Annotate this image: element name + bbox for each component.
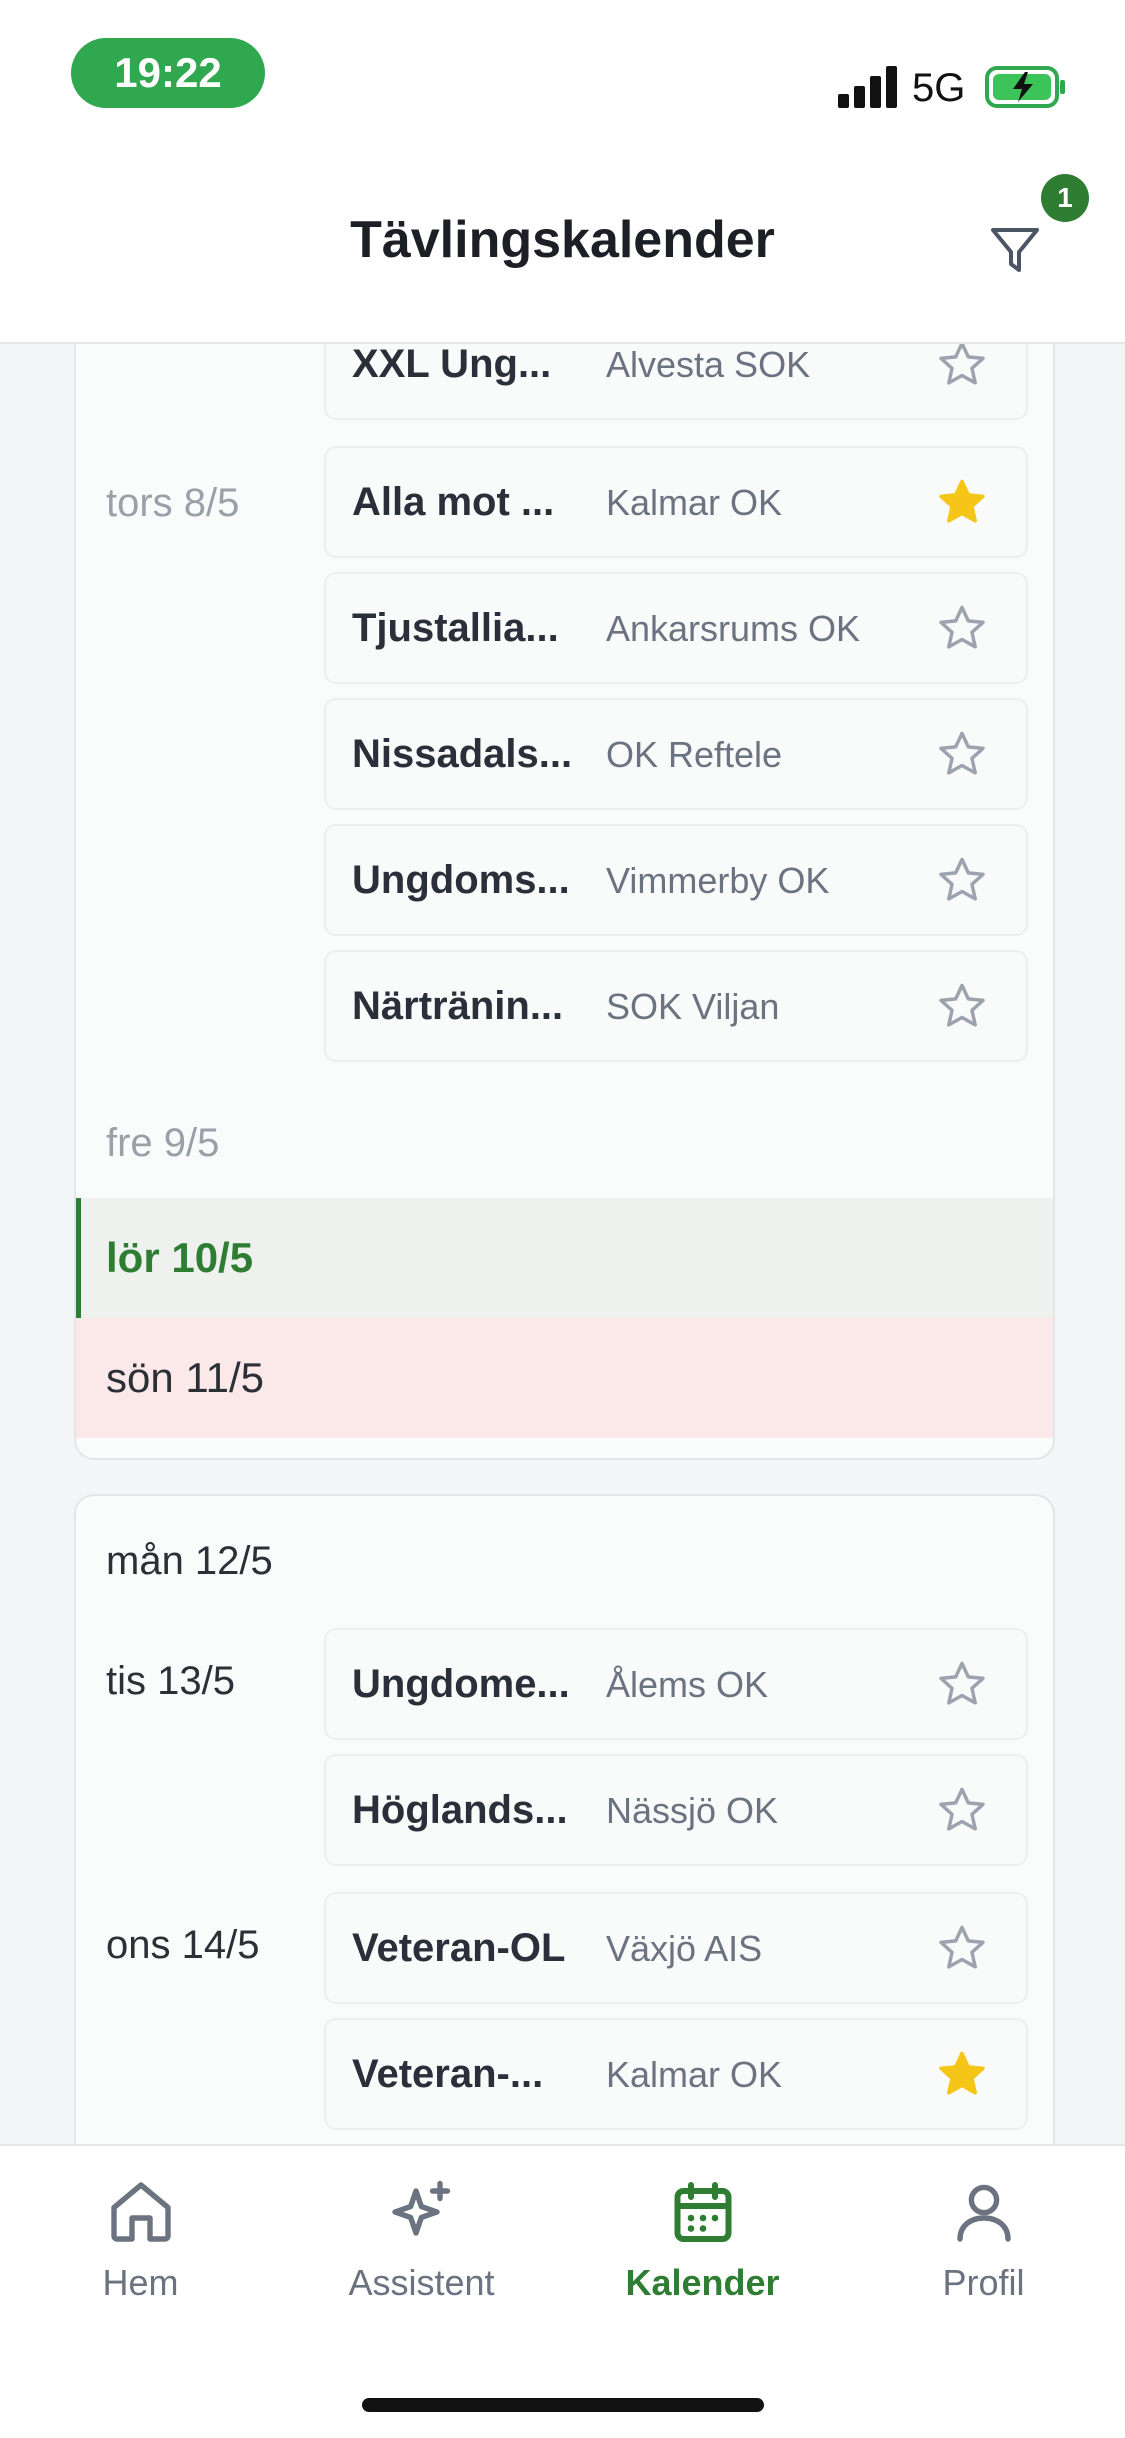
event-row[interactable]: Närtränin... SOK Viljan (324, 950, 1028, 1062)
day-label: tors 8/5 (106, 481, 240, 525)
event-name: XXL Ung... (352, 344, 552, 386)
event-club: OK Reftele (606, 734, 783, 775)
battery-charging-icon (985, 66, 1065, 108)
event-club: Nässjö OK (606, 1790, 779, 1831)
event-row[interactable]: Ungdoms... Vimmerby OK (324, 824, 1028, 936)
event-row[interactable]: Ungdome... Ålems OK (324, 1628, 1028, 1740)
status-bar: 19:22 5G (0, 0, 1125, 150)
tab-label: Kalender (625, 2262, 780, 2303)
network-label: 5G (912, 66, 966, 110)
tab-label: Profil (942, 2262, 1025, 2303)
home-indicator (362, 2398, 764, 2412)
sparkles-icon (391, 2180, 450, 2236)
event-name: Veteran-OL (352, 1926, 566, 1970)
event-club: Kalmar OK (606, 482, 783, 523)
filter-count-badge: 1 (1041, 174, 1089, 222)
star-outline-icon[interactable] (936, 980, 988, 1032)
tab-label: Assistent (348, 2262, 495, 2303)
page-title: Tävlingskalender (350, 211, 775, 269)
calendar-icon (674, 2182, 731, 2242)
user-icon (956, 2184, 1011, 2242)
star-outline-icon[interactable] (936, 1922, 988, 1974)
event-club: Alvesta SOK (606, 344, 811, 385)
event-name: Alla mot ... (352, 480, 555, 524)
event-club: Ålems OK (606, 1664, 769, 1705)
event-name: Nissadals... (352, 732, 573, 776)
event-name: Ungdoms... (352, 858, 570, 902)
star-outline-icon[interactable] (936, 1784, 988, 1836)
event-row[interactable]: Höglands... Nässjö OK (324, 1754, 1028, 1866)
signal-icon (838, 66, 897, 108)
day-label: ons 14/5 (106, 1923, 260, 1967)
day-label: mån 12/5 (106, 1539, 273, 1583)
star-outline-icon[interactable] (936, 344, 988, 390)
event-club: Växjö AIS (606, 1928, 763, 1969)
event-name: Höglands... (352, 1788, 568, 1832)
week-card: mån 12/5 tis 13/5 Ungdome... Ålems OK Hö… (74, 1494, 1055, 2144)
star-filled-icon[interactable] (936, 2048, 988, 2100)
star-filled-icon[interactable] (936, 476, 988, 528)
star-outline-icon[interactable] (936, 602, 988, 654)
tab-assistent[interactable]: Assistent (281, 2176, 562, 2304)
day-label: tis 13/5 (106, 1659, 235, 1703)
calendar-list[interactable]: XXL Ung... Alvesta SOK tors 8/5 Alla mot… (0, 344, 1125, 2144)
event-row[interactable]: Veteran-... Kalmar OK (324, 2018, 1028, 2130)
saturday-row[interactable]: lör 10/5 (76, 1198, 1053, 1318)
event-club: Vimmerby OK (606, 860, 830, 901)
week-card: XXL Ung... Alvesta SOK tors 8/5 Alla mot… (74, 344, 1055, 1460)
event-club: SOK Viljan (606, 986, 780, 1027)
event-name: Ungdome... (352, 1662, 570, 1706)
filter-icon[interactable] (985, 220, 1045, 280)
header: Tävlingskalender (0, 150, 1125, 344)
star-outline-icon[interactable] (936, 728, 988, 780)
tab-bar: Hem Assistent Kalender Profil (0, 2144, 1125, 2438)
event-row[interactable]: Veteran-OL Växjö AIS (324, 1892, 1028, 2004)
event-row[interactable]: Tjustallia... Ankarsrums OK (324, 572, 1028, 684)
event-row[interactable]: Nissadals... OK Reftele (324, 698, 1028, 810)
event-club: Ankarsrums OK (606, 608, 861, 649)
event-club: Kalmar OK (606, 2054, 783, 2095)
day-label: fre 9/5 (106, 1121, 220, 1165)
sunday-row[interactable]: sön 11/5 (76, 1318, 1053, 1438)
event-name: Närtränin... (352, 984, 564, 1028)
tab-kalender[interactable]: Kalender (562, 2176, 843, 2304)
day-label: sön 11/5 (106, 1354, 265, 1401)
day-label: lör 10/5 (106, 1234, 254, 1281)
tab-profil[interactable]: Profil (843, 2176, 1124, 2304)
event-name: Tjustallia... (352, 606, 559, 650)
event-row[interactable]: Alla mot ... Kalmar OK (324, 446, 1028, 558)
event-name: Veteran-... (352, 2052, 544, 2096)
home-icon (110, 2182, 171, 2242)
status-time: 19:22 (71, 38, 265, 108)
star-outline-icon[interactable] (936, 854, 988, 906)
tab-hem[interactable]: Hem (0, 2176, 281, 2304)
event-row[interactable]: XXL Ung... Alvesta SOK (324, 344, 1028, 420)
tab-label: Hem (102, 2262, 179, 2303)
star-outline-icon[interactable] (936, 1658, 988, 1710)
